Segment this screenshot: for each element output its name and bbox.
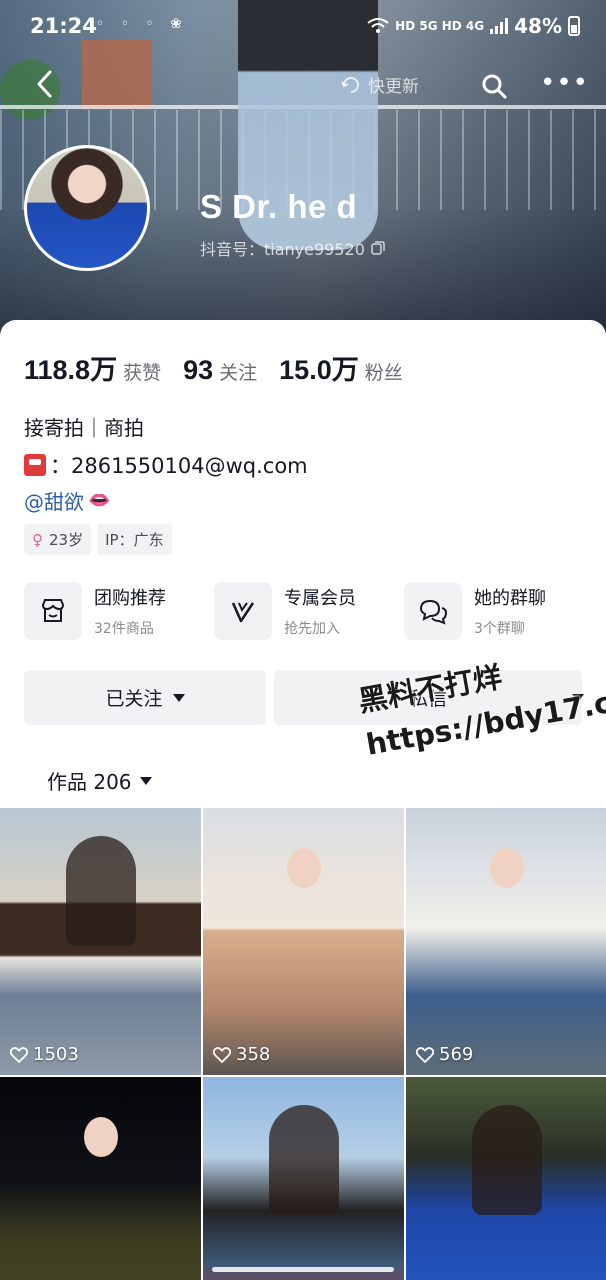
home-indicator[interactable] bbox=[212, 1267, 394, 1272]
wifi-icon bbox=[367, 18, 389, 33]
status-bar: 21:24 ◦ ◦ ◦ ❀ HD 5G HD 4G 48% bbox=[0, 0, 606, 56]
female-icon: ♀ bbox=[32, 530, 43, 549]
refresh-button[interactable]: 快更新 bbox=[340, 72, 419, 97]
likes-number: 358 bbox=[236, 1044, 271, 1065]
profile-panel: 118.8万 获赞 93 关注 15.0万 粉丝 接寄拍｜商拍 ：2861550… bbox=[0, 320, 606, 1280]
bio-line-3: @甜欲 👄 bbox=[24, 486, 110, 515]
chevron-down-icon bbox=[139, 776, 152, 785]
followed-button[interactable]: 已关注 bbox=[24, 670, 266, 725]
tab-works[interactable]: 作品 206 bbox=[47, 766, 152, 795]
battery-percent: 48% bbox=[514, 14, 562, 38]
ip-tag: IP：广东 bbox=[97, 524, 172, 555]
likes-number: 1503 bbox=[33, 1044, 79, 1065]
tags-row: ♀ 23岁 IP：广东 bbox=[24, 524, 172, 555]
stat-number: 93 bbox=[183, 355, 214, 385]
heart-icon bbox=[213, 1046, 231, 1063]
work-thumbnail[interactable]: 1503 bbox=[0, 808, 201, 1075]
stats-row: 118.8万 获赞 93 关注 15.0万 粉丝 bbox=[24, 348, 403, 387]
battery-icon bbox=[568, 16, 580, 36]
feature-subtitle: 32件商品 bbox=[94, 621, 154, 637]
refresh-label: 快更新 bbox=[368, 77, 419, 97]
douyin-id[interactable]: 抖音号：tianye99520 bbox=[200, 236, 385, 260]
thumbnail-face bbox=[490, 848, 524, 888]
feature-title: 她的群聊 bbox=[474, 588, 546, 609]
lips-icon: 👄 bbox=[88, 490, 111, 511]
likes-count: 569 bbox=[416, 1044, 473, 1065]
thumbnail-figure bbox=[65, 836, 136, 946]
heart-icon bbox=[10, 1046, 28, 1063]
stat-following[interactable]: 93 关注 bbox=[183, 355, 257, 386]
bio-mention[interactable]: @甜欲 bbox=[24, 486, 84, 515]
stat-label: 获赞 bbox=[123, 362, 162, 384]
thumbnail-face bbox=[83, 1117, 118, 1157]
works-grid: 1503 358 569 bbox=[0, 808, 606, 1280]
chevron-down-icon bbox=[172, 693, 185, 702]
signal-icon bbox=[490, 18, 509, 34]
feature-group-buy[interactable]: 团购推荐 32件商品 bbox=[24, 582, 204, 640]
copy-icon[interactable] bbox=[371, 241, 385, 255]
bio-line-2: ：2861550104@wq.com bbox=[24, 450, 308, 480]
v-icon bbox=[214, 582, 272, 640]
feature-title: 专属会员 bbox=[284, 588, 356, 609]
followed-label: 已关注 bbox=[105, 688, 163, 710]
search-icon[interactable] bbox=[480, 72, 508, 100]
work-thumbnail[interactable] bbox=[0, 1077, 201, 1280]
stat-number: 15.0万 bbox=[279, 355, 359, 385]
feature-subtitle: 3个群聊 bbox=[474, 621, 525, 637]
work-thumbnail[interactable]: 569 bbox=[406, 808, 606, 1075]
likes-number: 569 bbox=[439, 1044, 474, 1065]
feature-group-chat[interactable]: 她的群聊 3个群聊 bbox=[404, 582, 584, 640]
mailbox-icon bbox=[24, 454, 46, 476]
douyin-id-text: 抖音号：tianye99520 bbox=[200, 240, 365, 259]
status-right: HD 5G HD 4G 48% bbox=[367, 14, 580, 38]
refresh-icon bbox=[341, 76, 359, 93]
shop-icon bbox=[24, 582, 82, 640]
stat-label: 关注 bbox=[219, 362, 258, 384]
thumbnail-figure bbox=[268, 1105, 339, 1215]
age-text: 23岁 bbox=[49, 531, 84, 549]
bio-line-1: 接寄拍｜商拍 bbox=[24, 416, 144, 440]
chat-icon bbox=[404, 582, 462, 640]
stat-followers[interactable]: 15.0万 粉丝 bbox=[279, 348, 403, 387]
feature-subtitle: 抢先加入 bbox=[284, 621, 340, 637]
back-arrow-icon[interactable] bbox=[30, 68, 62, 100]
stat-label: 粉丝 bbox=[364, 362, 403, 384]
age-tag: ♀ 23岁 bbox=[24, 524, 92, 555]
works-label: 作品 206 bbox=[47, 770, 132, 794]
stat-number: 118.8万 bbox=[24, 355, 118, 385]
network-indicator: HD 5G HD 4G bbox=[395, 19, 485, 33]
heart-icon bbox=[416, 1046, 434, 1063]
stat-likes[interactable]: 118.8万 获赞 bbox=[24, 348, 161, 387]
feature-title: 团购推荐 bbox=[94, 588, 166, 609]
profile-name: S Dr. he d bbox=[200, 188, 358, 225]
thumbnail-figure bbox=[472, 1105, 542, 1215]
more-icon[interactable]: ••• bbox=[540, 70, 588, 100]
notification-icons: ◦ ◦ ◦ ❀ bbox=[96, 16, 188, 32]
likes-count: 1503 bbox=[10, 1044, 79, 1065]
bio-email: ：2861550104@wq.com bbox=[50, 454, 308, 478]
work-thumbnail[interactable] bbox=[203, 1077, 404, 1280]
avatar[interactable] bbox=[24, 145, 150, 271]
likes-count: 358 bbox=[213, 1044, 270, 1065]
thumbnail-face bbox=[286, 848, 321, 888]
feature-membership[interactable]: 专属会员 抢先加入 bbox=[214, 582, 394, 640]
features-row: 团购推荐 32件商品 专属会员 抢先加入 她的群聊 3个群聊 bbox=[24, 582, 584, 640]
work-thumbnail[interactable] bbox=[406, 1077, 606, 1280]
work-thumbnail[interactable]: 358 bbox=[203, 808, 404, 1075]
ip-text: IP：广东 bbox=[105, 531, 164, 549]
status-time: 21:24 bbox=[30, 14, 97, 38]
